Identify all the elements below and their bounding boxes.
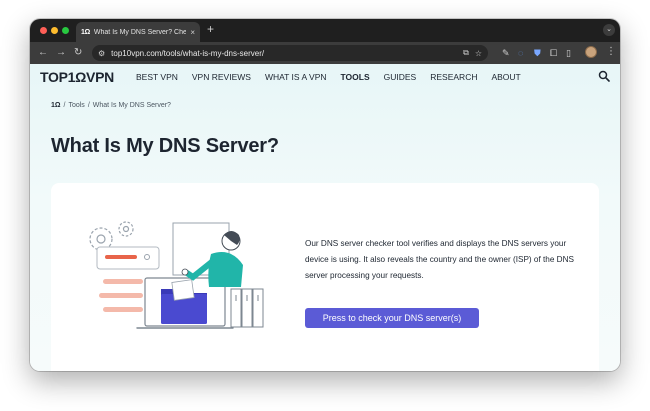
- site-settings-icon[interactable]: ⚙: [98, 49, 105, 58]
- minimize-window-button[interactable]: [51, 27, 58, 34]
- nav-item-about[interactable]: ABOUT: [491, 72, 520, 82]
- sidepanel-icon[interactable]: ▯: [566, 47, 571, 59]
- tab-dns-server[interactable]: 1Ω What Is My DNS Server? Chec ×: [76, 22, 200, 42]
- site-logo[interactable]: TOP1ΩVPN: [40, 69, 114, 85]
- cast-icon[interactable]: ⧉: [463, 48, 469, 58]
- breadcrumb-tools-link[interactable]: Tools: [68, 102, 84, 109]
- back-button[interactable]: ←: [38, 46, 48, 60]
- main-nav: BEST VPN VPN REVIEWS WHAT IS A VPN TOOLS GUI…: [136, 72, 521, 82]
- kebab-menu-icon[interactable]: ⋮: [606, 46, 616, 57]
- browser-toolbar: ← → ↻ ⚙ top10vpn.com/tools/what-is-my-dn…: [30, 42, 620, 64]
- web-page: TOP1ΩVPN BEST VPN VPN REVIEWS WHAT IS A VP…: [30, 64, 620, 371]
- zoom-window-button[interactable]: [62, 27, 69, 34]
- address-bar[interactable]: ⚙ top10vpn.com/tools/what-is-my-dns-serv…: [92, 45, 488, 61]
- browser-window: 1Ω What Is My DNS Server? Chec × + ⌄ ← →…: [30, 19, 620, 371]
- page-title: What Is My DNS Server?: [51, 135, 279, 157]
- url-text[interactable]: top10vpn.com/tools/what-is-my-dns-server…: [111, 49, 457, 58]
- tool-description: Our DNS server checker tool verifies and…: [305, 239, 574, 280]
- tab-strip: 1Ω What Is My DNS Server? Chec × + ⌄: [30, 19, 620, 42]
- nav-item-best-vpn[interactable]: BEST VPN: [136, 72, 178, 82]
- breadcrumb-home-link[interactable]: 1Ω: [51, 102, 61, 109]
- top10vpn-favicon: 1Ω: [81, 28, 90, 36]
- search-icon[interactable]: [598, 70, 610, 82]
- close-window-button[interactable]: [40, 27, 47, 34]
- forward-button[interactable]: →: [56, 46, 66, 60]
- nav-item-tools[interactable]: TOOLS: [341, 72, 370, 82]
- check-dns-button[interactable]: Press to check your DNS server(s): [305, 308, 479, 328]
- extension-circle-icon[interactable]: ◌: [518, 47, 523, 59]
- breadcrumb: 1Ω / Tools / What Is My DNS Server?: [51, 102, 171, 109]
- nav-item-vpn-reviews[interactable]: VPN REVIEWS: [192, 72, 251, 82]
- tab-search-dropdown-icon[interactable]: ⌄: [603, 24, 615, 36]
- close-tab-icon[interactable]: ×: [190, 28, 195, 37]
- nav-item-guides[interactable]: GUIDES: [384, 72, 417, 82]
- site-header: TOP1ΩVPN BEST VPN VPN REVIEWS WHAT IS A VP…: [30, 64, 620, 92]
- tool-card: Our DNS server checker tool verifies and…: [51, 183, 599, 371]
- avatar-icon[interactable]: [585, 46, 597, 58]
- new-tab-button[interactable]: +: [207, 22, 214, 36]
- tab-title: What Is My DNS Server? Chec: [93, 28, 187, 36]
- extensions-puzzle-icon[interactable]: ⧠: [550, 47, 557, 59]
- extension-shield-icon[interactable]: ⛊: [534, 47, 541, 59]
- extension-pin-icon[interactable]: ✎: [502, 47, 510, 59]
- nav-item-research[interactable]: RESEARCH: [430, 72, 477, 82]
- dns-tool-illustration-icon: [89, 221, 264, 329]
- reload-button[interactable]: ↻: [74, 46, 82, 60]
- breadcrumb-current: What Is My DNS Server?: [92, 102, 171, 109]
- breadcrumb-separator: /: [63, 102, 66, 109]
- bookmark-star-icon[interactable]: ☆: [475, 49, 482, 58]
- breadcrumb-separator: /: [87, 102, 90, 109]
- nav-item-what-is-a-vpn[interactable]: WHAT IS A VPN: [265, 72, 327, 82]
